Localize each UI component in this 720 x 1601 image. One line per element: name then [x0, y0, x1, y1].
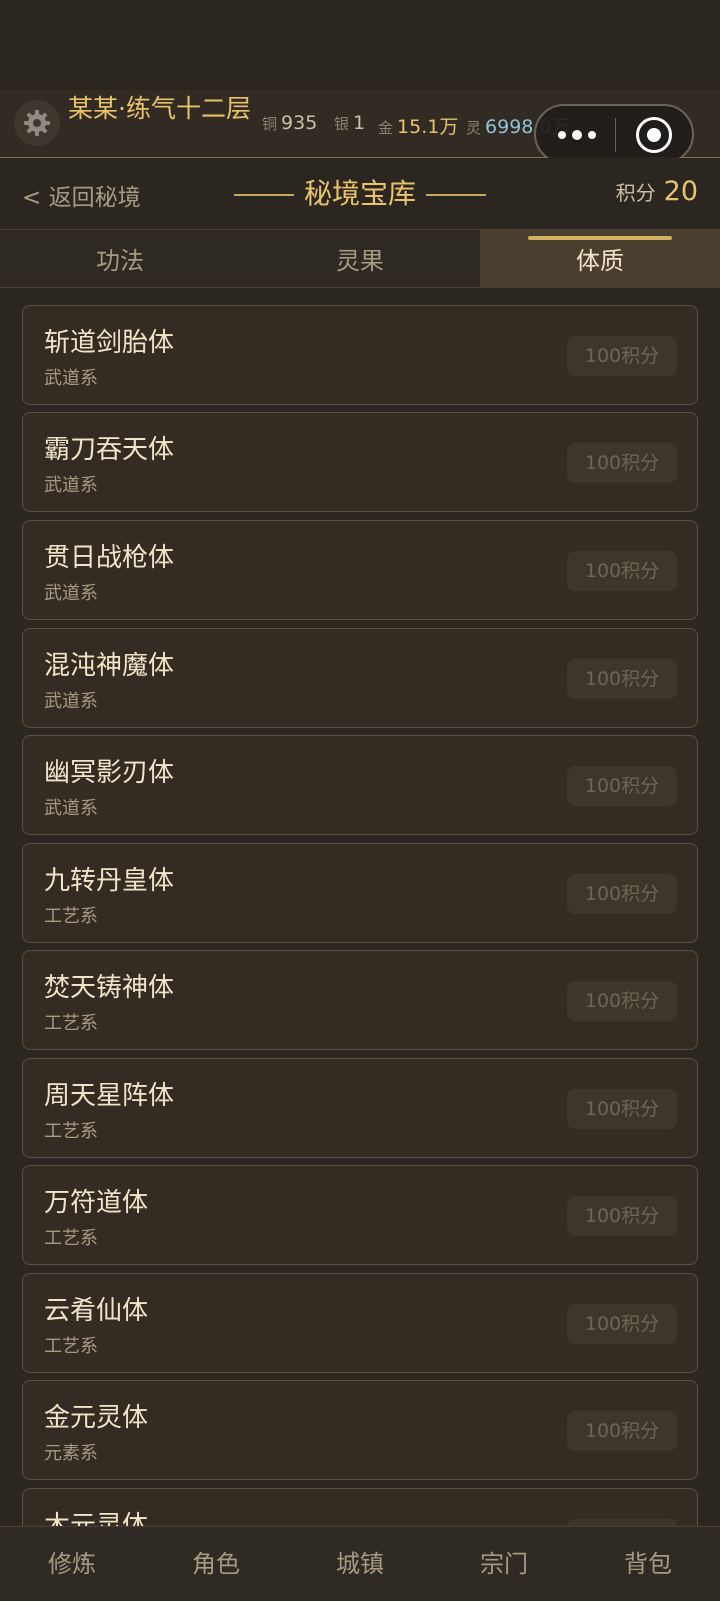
- item-name: 木元灵体: [44, 1511, 149, 1526]
- currency-spirit-label: 灵: [466, 119, 482, 137]
- item-name: 金元灵体: [44, 1403, 149, 1433]
- page-title-text: 秘境宝库: [303, 177, 416, 210]
- item-name: 周天星阵体: [44, 1081, 175, 1111]
- item-name: 焚天铸神体: [44, 973, 175, 1003]
- redeem-button[interactable]: 100积分: [567, 1089, 677, 1129]
- points-label: 积分: [615, 181, 656, 205]
- bottom-nav: 修炼 角色 城镇 宗门 背包: [0, 1526, 720, 1600]
- nav-character[interactable]: 角色: [144, 1527, 288, 1601]
- list-item: 斩道剑胎体 武道系 100积分: [22, 305, 698, 405]
- nav-backpack[interactable]: 背包: [576, 1527, 720, 1601]
- redeem-button[interactable]: 100积分: [567, 659, 677, 699]
- more-icon[interactable]: [558, 123, 596, 147]
- redeem-button[interactable]: 100积分: [567, 443, 677, 483]
- nav-sect[interactable]: 宗门: [432, 1527, 576, 1601]
- redeem-button[interactable]: [567, 1519, 677, 1526]
- capsule-divider: [615, 118, 616, 152]
- tab-physique[interactable]: 体质: [480, 230, 720, 287]
- list-item: 九转丹皇体 工艺系 100积分: [22, 843, 698, 943]
- redeem-button[interactable]: 100积分: [567, 1411, 677, 1451]
- list-item: 贯日战枪体 武道系 100积分: [22, 520, 698, 620]
- item-category: 工艺系: [44, 1121, 98, 1142]
- redeem-button[interactable]: 100积分: [567, 336, 677, 376]
- tab-techniques[interactable]: 功法: [0, 230, 240, 287]
- item-category: 武道系: [44, 691, 98, 712]
- list-item: 霸刀吞天体 武道系 100积分: [22, 412, 698, 512]
- settings-button[interactable]: [14, 100, 60, 146]
- list-item: 混沌神魔体 武道系 100积分: [22, 628, 698, 728]
- item-name: 云肴仙体: [44, 1296, 149, 1326]
- item-category: 武道系: [44, 798, 98, 819]
- item-name: 混沌神魔体: [44, 651, 175, 681]
- item-category: 工艺系: [44, 1228, 98, 1249]
- miniprogram-capsule: [534, 104, 694, 164]
- redeem-button[interactable]: 100积分: [567, 551, 677, 591]
- gear-icon: [24, 110, 50, 136]
- redeem-button[interactable]: 100积分: [567, 1304, 677, 1344]
- item-name: 幽冥影刃体: [44, 758, 175, 788]
- item-name: 斩道剑胎体: [44, 328, 175, 358]
- item-category: 武道系: [44, 368, 98, 389]
- nav-town[interactable]: 城镇: [288, 1527, 432, 1601]
- list-item: 周天星阵体 工艺系 100积分: [22, 1058, 698, 1158]
- list-item: 万符道体 工艺系 100积分: [22, 1165, 698, 1265]
- item-category: 元素系: [44, 1443, 98, 1464]
- currency-copper-value: 935: [281, 112, 318, 134]
- item-name: 九转丹皇体: [44, 866, 175, 896]
- item-list[interactable]: 斩道剑胎体 武道系 100积分 霸刀吞天体 武道系 100积分 贯日战枪体 武道…: [0, 288, 720, 1526]
- category-tabs: 功法 灵果 体质: [0, 230, 720, 288]
- player-header: 某某·练气十二层 铜 935 银1 金 15.1万 灵 6998.0万: [0, 90, 720, 164]
- close-icon[interactable]: [636, 117, 672, 153]
- currency-gold: 金 15.1万: [378, 112, 458, 139]
- tab-spirit-fruits[interactable]: 灵果: [240, 230, 480, 287]
- nav-cultivate[interactable]: 修炼: [0, 1527, 144, 1601]
- list-item: 金元灵体 元素系 100积分: [22, 1380, 698, 1480]
- item-name: 万符道体: [44, 1188, 149, 1218]
- item-name: 贯日战枪体: [44, 543, 175, 573]
- points-display: 积分 20: [616, 176, 698, 207]
- item-category: 工艺系: [44, 1013, 98, 1034]
- currency-copper: 铜 935: [262, 112, 317, 134]
- currency-silver-label: 银: [334, 115, 350, 133]
- player-name: 某某·练气十二层: [68, 94, 251, 123]
- currency-silver-value: 1: [353, 112, 366, 134]
- points-value: 20: [663, 176, 698, 207]
- currency-gold-value: 15.1万: [397, 116, 459, 138]
- title-left-line: [233, 194, 294, 196]
- redeem-button[interactable]: 100积分: [567, 981, 677, 1021]
- currency-copper-label: 铜: [262, 115, 278, 133]
- page-nav-bar: < 返回秘境 秘境宝库 积分 20: [0, 158, 720, 230]
- list-item: 木元灵体: [22, 1488, 698, 1526]
- status-bar-area: [0, 0, 720, 90]
- item-name: 霸刀吞天体: [44, 435, 175, 465]
- list-item: 云肴仙体 工艺系 100积分: [22, 1273, 698, 1373]
- currency-silver: 银1: [334, 112, 365, 134]
- list-item: 焚天铸神体 工艺系 100积分: [22, 950, 698, 1050]
- item-category: 工艺系: [44, 1336, 98, 1357]
- item-category: 武道系: [44, 583, 98, 604]
- title-right-line: [426, 194, 486, 196]
- list-item: 幽冥影刃体 武道系 100积分: [22, 735, 698, 835]
- redeem-button[interactable]: 100积分: [567, 1196, 677, 1236]
- item-category: 武道系: [44, 475, 98, 496]
- page-title: 秘境宝库: [0, 172, 720, 212]
- redeem-button[interactable]: 100积分: [567, 874, 677, 914]
- item-category: 工艺系: [44, 906, 98, 927]
- redeem-button[interactable]: 100积分: [567, 766, 677, 806]
- currency-gold-label: 金: [378, 119, 394, 137]
